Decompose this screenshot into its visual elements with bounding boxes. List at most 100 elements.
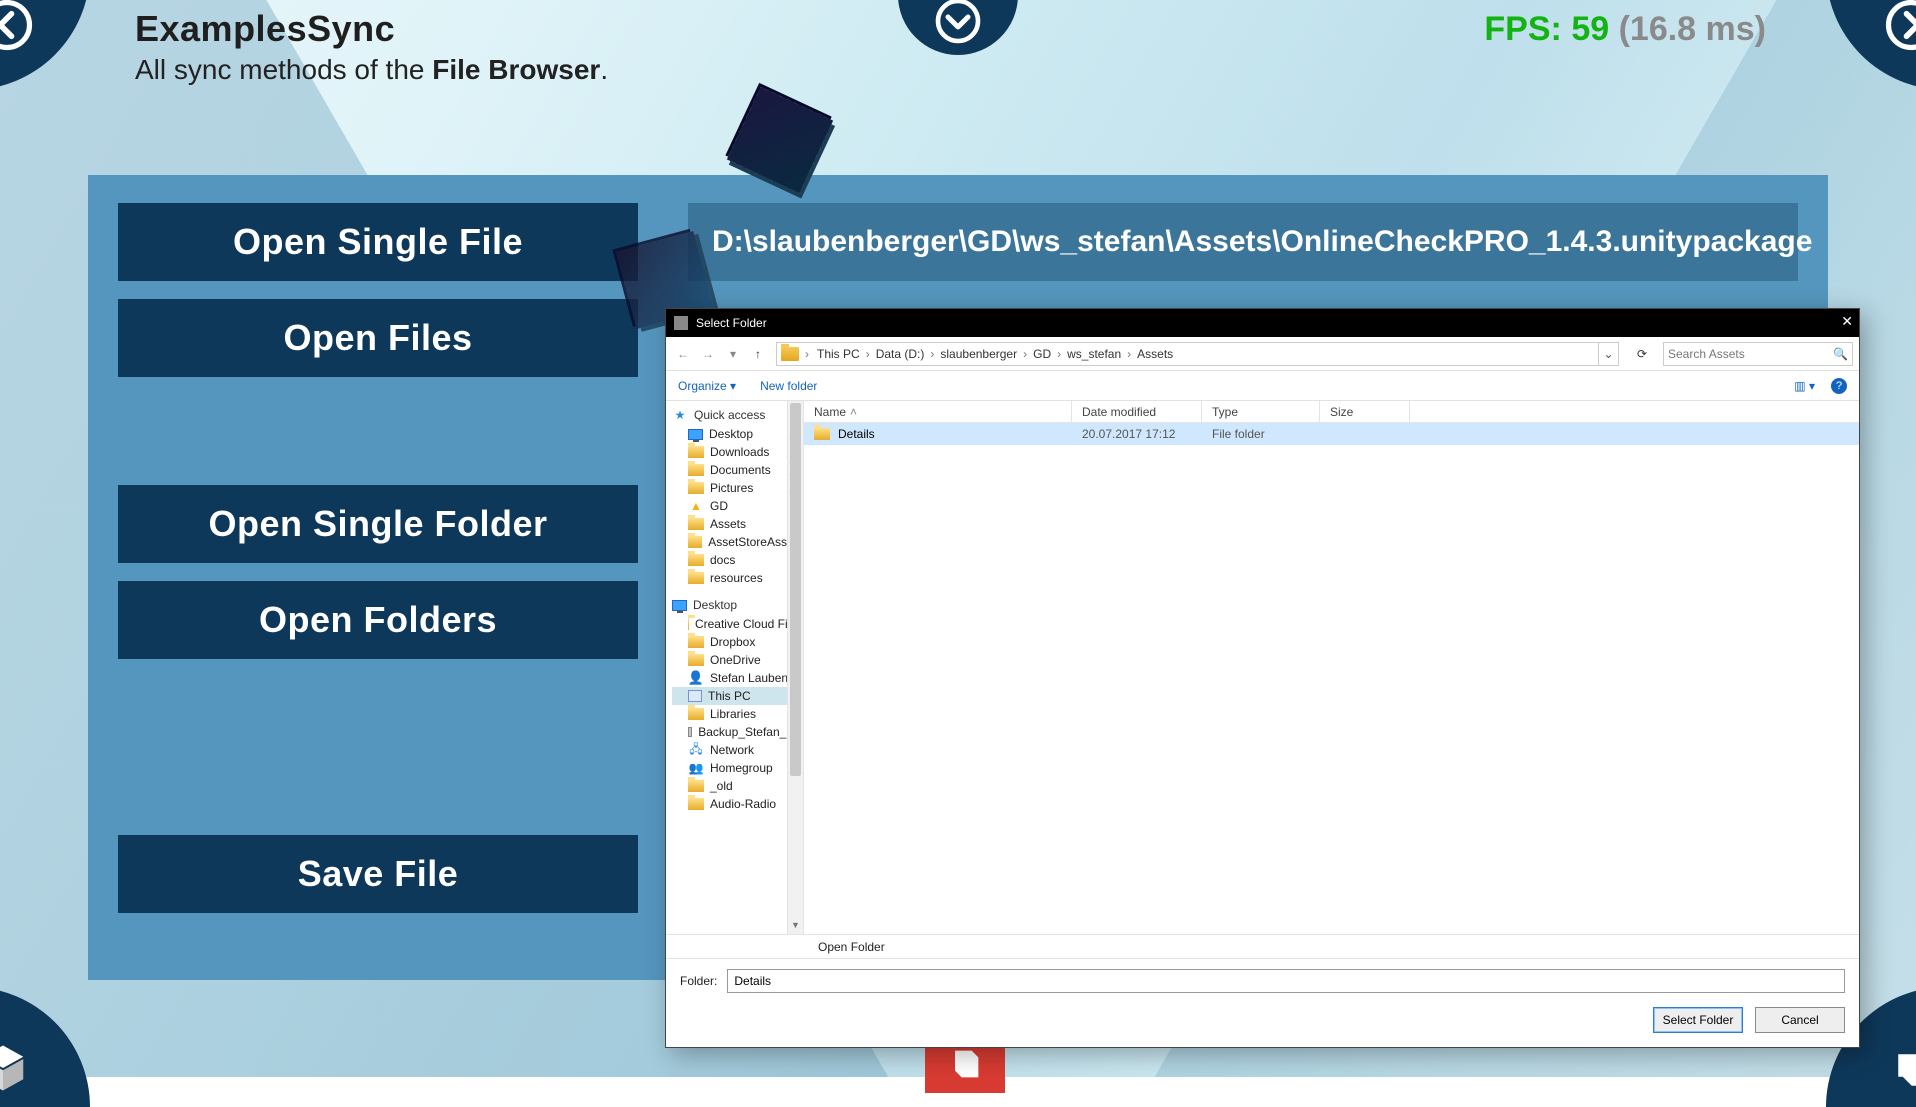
- nav-up-button[interactable]: ↑: [747, 343, 769, 365]
- folderY-icon: [688, 780, 704, 792]
- folder-name-input[interactable]: [727, 969, 1845, 993]
- col-date[interactable]: Date modified: [1072, 401, 1202, 422]
- select-folder-button[interactable]: Select Folder: [1653, 1007, 1743, 1033]
- sidebar-item[interactable]: _old: [672, 777, 803, 795]
- column-headers[interactable]: Name ˄ Date modified Type Size: [804, 401, 1859, 423]
- new-folder-button[interactable]: New folder: [760, 379, 817, 393]
- action-buttons: Open Single File Open Files Open Single …: [118, 203, 638, 913]
- view-mode-button[interactable]: ▥ ▾: [1794, 379, 1815, 393]
- arrow-left-icon: [0, 0, 34, 52]
- save-file-button[interactable]: Save File: [118, 835, 638, 913]
- sidebar-item[interactable]: Audio-Radio: [672, 795, 803, 813]
- sidebar-item[interactable]: Downloads: [672, 443, 803, 461]
- monitor-icon: [672, 600, 687, 611]
- folderY-icon: [688, 798, 704, 810]
- folderY-icon: [688, 536, 702, 548]
- folderY-icon: [688, 554, 704, 566]
- folderY-icon: [688, 708, 704, 720]
- search-placeholder: Search Assets: [1668, 347, 1745, 361]
- folderY-icon: [688, 446, 704, 458]
- star-icon: ★: [672, 408, 688, 422]
- file-name: Details: [838, 427, 875, 441]
- folder-icon: [814, 428, 830, 440]
- dialog-footer: Folder: Select Folder Cancel: [666, 958, 1859, 1047]
- sidebar-item[interactable]: 🖧Network: [672, 741, 803, 759]
- selected-path-display: D:\slaubenberger\GD\ws_stefan\Assets\Onl…: [688, 203, 1798, 281]
- folderY-icon: [688, 636, 704, 648]
- sidebar-item[interactable]: Creative Cloud Files: [672, 615, 803, 633]
- sidebar-item[interactable]: Desktop: [672, 425, 803, 443]
- refresh-button[interactable]: ⟳: [1630, 347, 1654, 361]
- hg-icon: 👥: [688, 761, 704, 775]
- file-dialog: Select Folder ✕ ← → ▾ ↑ › This PC›Data (…: [665, 308, 1860, 1048]
- breadcrumb-bar[interactable]: › This PC›Data (D:)›slaubenberger›GD›ws_…: [776, 342, 1619, 366]
- page-header: ExamplesSync All sync methods of the Fil…: [135, 8, 608, 86]
- dialog-toolbar: Organize ▾ New folder ▥ ▾ ?: [666, 371, 1859, 401]
- organize-menu[interactable]: Organize ▾: [678, 379, 736, 393]
- folderY-icon: [688, 654, 704, 666]
- context-hint: Open Folder: [666, 934, 1859, 958]
- sidebar-item[interactable]: ▲GD: [672, 497, 803, 515]
- sidebar-desktop-group[interactable]: Desktop: [672, 595, 803, 615]
- file-type: File folder: [1202, 427, 1320, 441]
- breadcrumb-dropdown[interactable]: ⌄: [1598, 343, 1618, 365]
- sidebar-item[interactable]: Backup_Stefan_PC: [672, 723, 803, 741]
- open-single-folder-button[interactable]: Open Single Folder: [118, 485, 638, 563]
- open-folders-button[interactable]: Open Folders: [118, 581, 638, 659]
- sidebar-item[interactable]: Documents: [672, 461, 803, 479]
- dialog-navbar: ← → ▾ ↑ › This PC›Data (D:)›slaubenberge…: [666, 337, 1859, 371]
- col-name[interactable]: Name ˄: [804, 401, 1072, 422]
- folderY-icon: [688, 618, 689, 630]
- nav-back-button[interactable]: ←: [672, 343, 694, 365]
- pc-icon: [688, 690, 702, 702]
- folder-icon: [781, 347, 799, 361]
- search-input[interactable]: Search Assets 🔍: [1663, 342, 1853, 366]
- brand-icon: [1887, 1043, 1916, 1097]
- sidebar-item[interactable]: OneDrive: [672, 651, 803, 669]
- sidebar-item[interactable]: AssetStoreAssets: [672, 533, 803, 551]
- sidebar-item[interactable]: Pictures: [672, 479, 803, 497]
- user-icon: 👤: [688, 671, 704, 685]
- nav-recent-button[interactable]: ▾: [722, 343, 744, 365]
- page-subtitle: All sync methods of the File Browser.: [135, 54, 608, 86]
- page-title: ExamplesSync: [135, 8, 608, 50]
- folderY-icon: [688, 482, 704, 494]
- cancel-button[interactable]: Cancel: [1755, 1007, 1845, 1033]
- sidebar-item[interactable]: This PC: [672, 687, 803, 705]
- file-date: 20.07.2017 17:12: [1072, 427, 1202, 441]
- dialog-titlebar[interactable]: Select Folder ✕: [666, 309, 1859, 337]
- help-button[interactable]: ?: [1831, 378, 1847, 394]
- breadcrumb-item[interactable]: ws_stefan: [1061, 347, 1127, 361]
- dialog-title: Select Folder: [696, 316, 1851, 330]
- col-type[interactable]: Type: [1202, 401, 1320, 422]
- sidebar-item[interactable]: 👤Stefan Laubenberger: [672, 669, 803, 687]
- file-row[interactable]: Details 20.07.2017 17:12File folder: [804, 423, 1859, 445]
- sidebar-item[interactable]: Dropbox: [672, 633, 803, 651]
- breadcrumb-item[interactable]: Data (D:): [870, 347, 931, 361]
- dialog-sidebar: ★Quick accessDesktopDownloadsDocumentsPi…: [666, 401, 804, 934]
- search-icon: 🔍: [1833, 347, 1848, 361]
- nav-forward-button[interactable]: →: [697, 343, 719, 365]
- folderY-icon: [688, 464, 704, 476]
- file-list-area: Name ˄ Date modified Type Size Details 20…: [804, 401, 1859, 934]
- open-single-file-button[interactable]: Open Single File: [118, 203, 638, 281]
- breadcrumb-item[interactable]: Assets: [1131, 347, 1179, 361]
- sidebar-item[interactable]: Libraries: [672, 705, 803, 723]
- sidebar-item[interactable]: docs: [672, 551, 803, 569]
- unity-icon: [0, 1041, 30, 1095]
- sidebar-scrollbar[interactable]: ▲▼: [787, 401, 803, 934]
- breadcrumb-item[interactable]: This PC: [811, 347, 866, 361]
- gdrive-icon: ▲: [688, 499, 704, 513]
- close-button[interactable]: ✕: [1841, 313, 1853, 330]
- col-size[interactable]: Size: [1320, 401, 1410, 422]
- breadcrumb-item[interactable]: GD: [1027, 347, 1057, 361]
- open-files-button[interactable]: Open Files: [118, 299, 638, 377]
- sidebar-item[interactable]: Assets: [672, 515, 803, 533]
- sidebar-quick-access[interactable]: ★Quick access: [672, 405, 803, 425]
- folderY-icon: [688, 572, 704, 584]
- folderY-icon: [688, 518, 704, 530]
- breadcrumb-item[interactable]: slaubenberger: [934, 347, 1023, 361]
- sidebar-item[interactable]: resources: [672, 569, 803, 587]
- network-icon: 🖧: [688, 743, 704, 757]
- sidebar-item[interactable]: 👥Homegroup: [672, 759, 803, 777]
